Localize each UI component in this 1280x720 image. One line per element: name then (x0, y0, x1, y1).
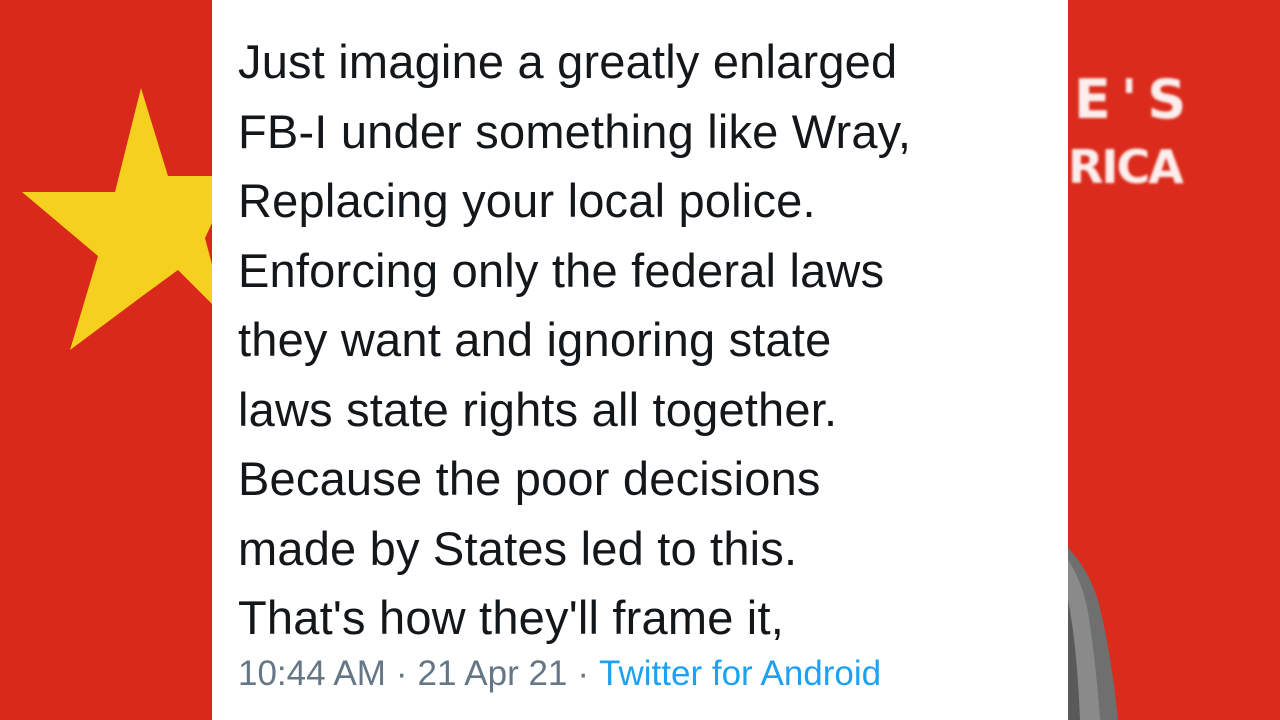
tweet-line: Just imagine a greatly enlarged (238, 35, 898, 88)
tweet-line: Enforcing only the federal laws (238, 243, 885, 297)
flag-background-left (0, 0, 212, 720)
tweet-line: they want and ignoring state (238, 313, 832, 366)
tweet-body: Just imagine a greatly enlarged FB-I und… (238, 27, 1038, 653)
star-icon (22, 88, 212, 350)
video-frame: E'S RICA Just imagine a greatly enlarged… (0, 0, 1280, 720)
meta-separator: · (577, 654, 590, 693)
tweet-time: 10:44 AM (238, 654, 386, 693)
meta-separator: · (395, 654, 408, 693)
tweet-meta: 10:44 AM · 21 Apr 21 · Twitter for Android (238, 654, 881, 694)
flag-background-right: E'S RICA (1068, 0, 1280, 720)
tweet-line: made by States led to this. (238, 521, 798, 575)
tweet-line: FB-I under something like Wray, (238, 104, 912, 158)
person-shoulder-image (1068, 548, 1118, 720)
tweet-date: 21 Apr 21 (417, 654, 568, 693)
tweet-line: That's how they'll frame it, (238, 591, 784, 644)
tweet-line: Replacing your local police. (238, 174, 816, 227)
tweet-line: laws state rights all together. (238, 382, 838, 436)
tweet-card: Just imagine a greatly enlarged FB-I und… (212, 0, 1068, 720)
tweet-source-link[interactable]: Twitter for Android (599, 654, 881, 693)
tweet-line: Because the poor decisions (238, 452, 821, 505)
